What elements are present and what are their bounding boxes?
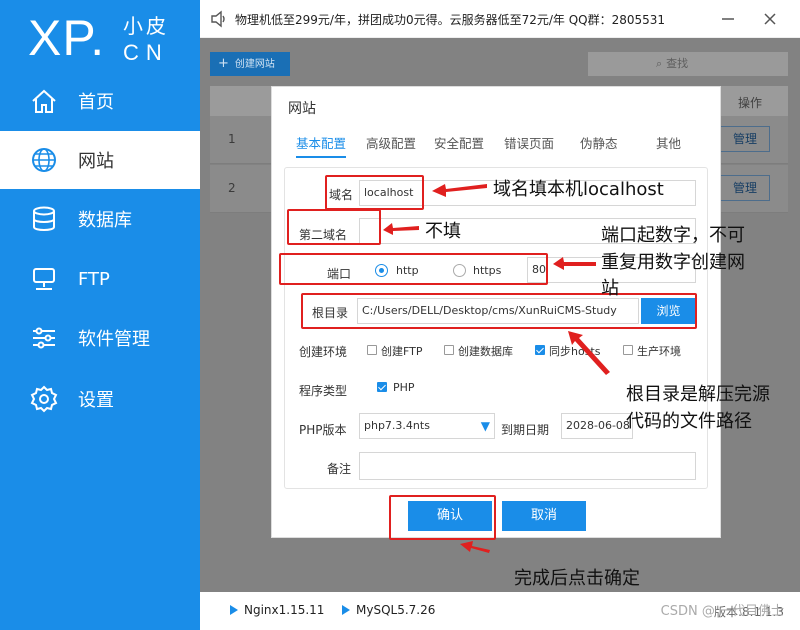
expire-date-input[interactable]: 2028-06-08: [561, 413, 633, 439]
tab-rewrite[interactable]: 伪静态: [580, 133, 618, 152]
annotation-port-2: 重复用数字创建网: [601, 252, 745, 273]
close-icon[interactable]: [760, 9, 780, 29]
top-bar: 物理机低至299元/年，拼团成功0元得。云服务器低至72元/年 QQ群：2805…: [200, 0, 800, 38]
env-label: 创建环境: [299, 345, 348, 359]
nginx-label: Nginx1.15.11: [244, 603, 325, 617]
logo-subtext: 小皮: [123, 14, 169, 38]
sidebar-item-website[interactable]: 网站: [0, 131, 200, 189]
sidebar-item-label: 首页: [78, 92, 114, 113]
app-logo: XP. 小皮 CN: [28, 8, 188, 68]
search-label: 查找: [666, 57, 689, 70]
watermark: CSDN @ 一代目佛士: [660, 604, 784, 619]
search-button[interactable]: ⌕ 查找: [588, 52, 788, 76]
home-icon: [32, 89, 56, 113]
minimize-icon[interactable]: [718, 9, 738, 29]
manage-button[interactable]: 管理: [720, 175, 770, 201]
globe-icon: [32, 148, 56, 172]
production-label: 生产环境: [637, 345, 681, 358]
sidebar-item-label: FTP: [78, 268, 110, 290]
tab-security[interactable]: 安全配置: [434, 133, 484, 152]
create-db-checkbox[interactable]: [444, 345, 454, 355]
php-version-label: PHP版本: [299, 423, 347, 437]
php-label: PHP: [393, 381, 415, 394]
production-checkbox[interactable]: [623, 345, 633, 355]
server-icon: [33, 268, 55, 290]
speaker-icon: [211, 10, 225, 28]
sidebar-item-label: 数据库: [78, 210, 132, 231]
dialog-title: 网站: [288, 101, 316, 117]
row-number: 2: [228, 181, 236, 195]
create-website-label: 创建网站: [234, 59, 275, 70]
logo-cn: CN: [123, 40, 169, 65]
plus-icon: +: [218, 56, 229, 71]
tab-basic[interactable]: 基本配置: [296, 133, 347, 158]
php-version-value: php7.3.4nts: [364, 419, 430, 432]
notice-text: 物理机低至299元/年，拼团成功0元得。云服务器低至72元/年 QQ群：2805…: [235, 13, 666, 27]
sliders-icon: [33, 327, 55, 349]
create-ftp-label: 创建FTP: [381, 345, 423, 358]
cancel-button[interactable]: 取消: [502, 501, 586, 531]
database-icon: [33, 206, 55, 231]
program-type-label: 程序类型: [299, 384, 348, 398]
sidebar-item-label: 设置: [78, 390, 114, 411]
sync-hosts-label: 同步hosts: [549, 345, 601, 358]
annotation-port-3: 站: [601, 278, 619, 299]
create-db-label: 创建数据库: [458, 345, 513, 358]
manage-button[interactable]: 管理: [720, 126, 770, 152]
php-version-select[interactable]: php7.3.4nts ▼: [359, 413, 495, 439]
annotation-port-1: 端口起数字，不可: [601, 225, 745, 246]
play-icon: [342, 605, 350, 615]
row-number: 1: [228, 132, 236, 146]
remark-label: 备注: [327, 462, 352, 476]
root-highlight: [301, 293, 697, 329]
logo-text: XP.: [28, 10, 106, 66]
annotation-confirm: 完成后点击确定: [514, 568, 640, 589]
mysql-label: MySQL5.7.26: [356, 603, 436, 617]
tab-advanced[interactable]: 高级配置: [366, 133, 416, 152]
confirm-highlight: [389, 495, 496, 540]
sidebar-item-label: 软件管理: [78, 329, 150, 350]
annotation-domain: 域名填本机localhost: [493, 179, 664, 200]
second-domain-highlight: [287, 209, 381, 245]
create-website-button[interactable]: + 创建网站: [210, 52, 290, 76]
sidebar-item-database[interactable]: 数据库: [0, 190, 200, 248]
tab-other[interactable]: 其他: [656, 133, 681, 152]
nginx-status[interactable]: Nginx1.15.11: [230, 603, 324, 617]
gear-icon: [30, 385, 58, 413]
sidebar: XP. 小皮 CN 首页 网站 数据库 FTP 软件管理 设置: [0, 0, 200, 630]
mysql-status[interactable]: MySQL5.7.26: [342, 603, 435, 617]
play-icon: [230, 605, 238, 615]
port-highlight: [279, 253, 548, 285]
domain-highlight: [325, 175, 424, 210]
php-checkbox[interactable]: [377, 382, 387, 392]
expire-date-label: 到期日期: [501, 423, 550, 437]
tab-error-page[interactable]: 错误页面: [504, 133, 554, 152]
annotation-second: 不填: [425, 221, 461, 242]
sync-hosts-checkbox[interactable]: [535, 345, 545, 355]
sidebar-item-software[interactable]: 软件管理: [0, 309, 200, 367]
annotation-root-2: 代码的文件路径: [626, 411, 752, 432]
sidebar-item-settings[interactable]: 设置: [0, 370, 200, 428]
annotation-root-1: 根目录是解压完源: [626, 384, 770, 405]
remark-input[interactable]: [359, 452, 696, 480]
chevron-down-icon: ▼: [480, 419, 490, 433]
sidebar-item-label: 网站: [78, 151, 114, 172]
sidebar-item-home[interactable]: 首页: [0, 72, 200, 130]
search-icon: ⌕: [656, 57, 663, 70]
operation-header: 操作: [737, 96, 762, 110]
sidebar-item-ftp[interactable]: FTP: [0, 250, 200, 308]
create-ftp-checkbox[interactable]: [367, 345, 377, 355]
dialog-tabs: 基本配置 高级配置 安全配置 错误页面 伪静态 其他: [294, 133, 704, 158]
